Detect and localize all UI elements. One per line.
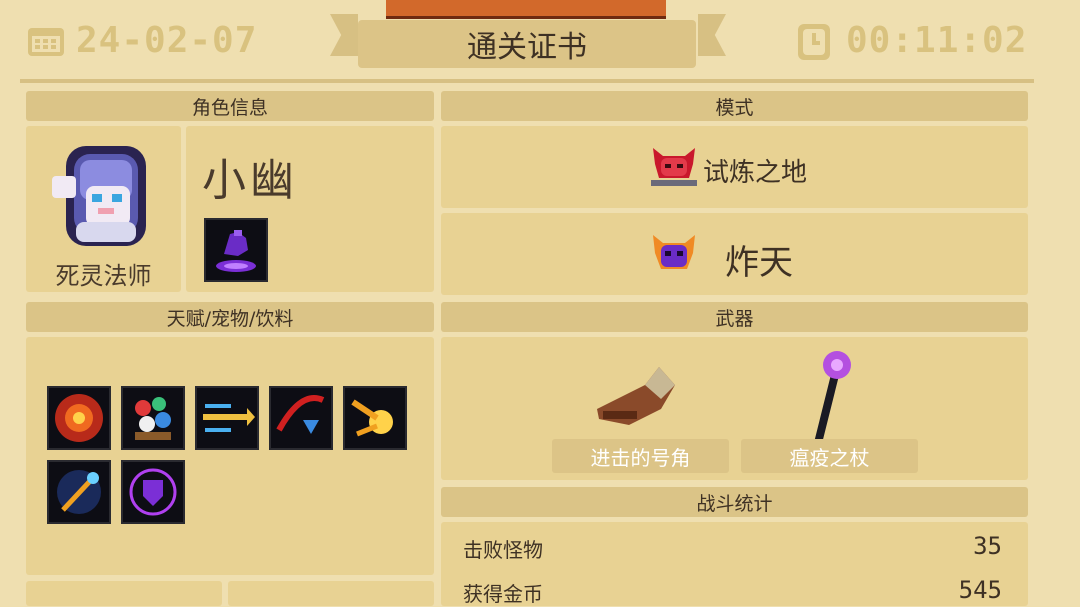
title-decoration — [386, 0, 666, 19]
ribbon-right — [698, 14, 726, 56]
bottom-left-box-1 — [26, 581, 222, 606]
weapon-2-label: 瘟疫之杖 — [741, 439, 918, 473]
talent-orbs-icon — [121, 386, 185, 450]
mode-difficulty-panel: 炸天 — [441, 213, 1028, 295]
character-name: 小幽 — [202, 155, 298, 206]
mode-level: 试炼之地 — [703, 158, 808, 188]
stat-value-gold: 545 — [958, 576, 1002, 604]
character-portrait-panel: 死灵法师 — [26, 126, 181, 292]
character-info-panel: 小幽 — [186, 126, 434, 292]
staff-icon — [799, 347, 859, 447]
talents-panel — [26, 337, 434, 575]
weapon-1-label: 进击的号角 — [552, 439, 729, 473]
mode-difficulty: 炸天 — [725, 243, 793, 283]
stats-section-header: 战斗统计 — [441, 487, 1028, 517]
talent-arrow-icon — [195, 386, 259, 450]
bottom-left-box-2 — [228, 581, 434, 606]
talents-section-header: 天赋/宠物/饮料 — [26, 302, 434, 332]
character-avatar — [46, 136, 162, 254]
talent-staff-icon — [47, 460, 111, 524]
talent-slash-icon — [269, 386, 333, 450]
calendar-icon — [26, 24, 66, 58]
stat-label-kills: 击败怪物 — [463, 538, 543, 562]
talent-shield-icon — [121, 460, 185, 524]
skill-icon — [204, 218, 268, 282]
difficulty-icon — [647, 229, 701, 281]
mode-section-header: 模式 — [441, 91, 1028, 121]
header-divider — [20, 79, 1034, 83]
level-boss-icon — [647, 142, 701, 192]
character-section-header: 角色信息 — [26, 91, 434, 121]
stat-label-gold: 获得金币 — [463, 582, 543, 606]
weapons-panel: 进击的号角 瘟疫之杖 — [441, 337, 1028, 480]
ribbon-left — [330, 14, 358, 56]
horn-icon — [589, 359, 685, 431]
header-date: 24-02-07 — [76, 20, 258, 61]
talent-fireball-icon — [343, 386, 407, 450]
header-time: 00:11:02 — [846, 20, 1028, 61]
character-class: 死灵法师 — [55, 262, 152, 290]
talent-fire-icon — [47, 386, 111, 450]
certificate-banner: 通关证书 — [358, 20, 696, 68]
weapons-section-header: 武器 — [441, 302, 1028, 332]
stats-panel: 击败怪物 35 获得金币 545 — [441, 522, 1028, 606]
stat-value-kills: 35 — [973, 532, 1002, 560]
mode-level-panel: 试炼之地 — [441, 126, 1028, 208]
clock-icon — [796, 22, 832, 62]
